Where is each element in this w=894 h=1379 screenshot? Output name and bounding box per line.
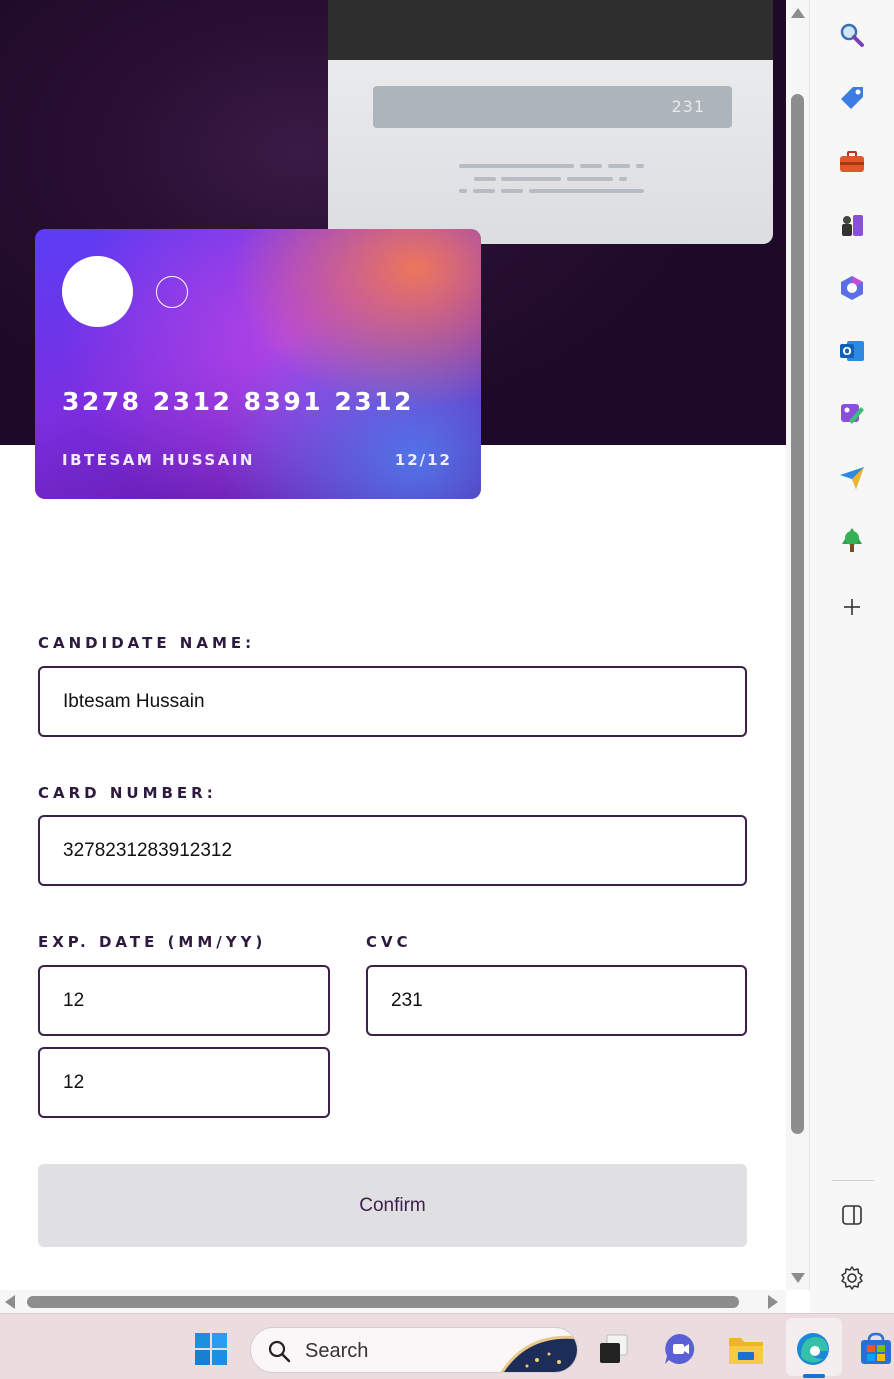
magnetic-stripe: [328, 0, 773, 60]
vertical-scroll-thumb[interactable]: [791, 94, 804, 1134]
card-number-input[interactable]: [38, 815, 747, 886]
exp-year-input[interactable]: [38, 1047, 330, 1118]
split-panel-icon[interactable]: [837, 1200, 867, 1230]
shopping-tag-icon[interactable]: [837, 83, 867, 113]
confirm-button[interactable]: Confirm: [38, 1164, 747, 1247]
card-back-text-line: [501, 177, 561, 181]
scroll-left-arrow-icon[interactable]: [5, 1295, 15, 1309]
taskbar: Search: [0, 1313, 894, 1379]
designer-icon[interactable]: [837, 399, 867, 429]
search-icon[interactable]: [837, 20, 867, 50]
taskbar-search-box[interactable]: Search: [250, 1327, 578, 1373]
card-number-label: CARD NUMBER:: [38, 784, 217, 802]
microsoft-365-icon[interactable]: [837, 273, 867, 303]
card-back: 231: [328, 0, 773, 244]
card-expiry-display: 12/12: [394, 451, 452, 469]
card-logo-ring: [156, 276, 188, 308]
file-explorer-icon[interactable]: [728, 1331, 764, 1367]
card-logo-circle: [62, 256, 133, 327]
card-back-text-line: [608, 164, 630, 168]
outlook-icon[interactable]: O: [837, 336, 867, 366]
active-app-indicator: [803, 1374, 825, 1378]
exp-month-input[interactable]: [38, 965, 330, 1036]
tools-icon[interactable]: [837, 147, 867, 177]
tree-icon[interactable]: [837, 525, 867, 555]
card-back-text-line: [567, 177, 613, 181]
sidebar-divider: [832, 1180, 874, 1181]
exp-date-label: EXP. DATE (MM/YY): [38, 933, 267, 951]
settings-icon[interactable]: [837, 1263, 867, 1293]
card-back-text-line: [501, 189, 523, 193]
card-back-cvc: 231: [373, 86, 732, 128]
card-back-text-line: [459, 164, 574, 168]
card-front: 3278 2312 8391 2312 IBTESAM HUSSAIN 12/1…: [35, 229, 481, 499]
taskbar-search-label: Search: [305, 1340, 369, 1362]
card-holder-display: IBTESAM HUSSAIN: [62, 451, 255, 469]
card-back-text-line: [619, 177, 627, 181]
card-back-text-line: [636, 164, 644, 168]
card-back-text-line: [473, 189, 495, 193]
card-number-display: 3278 2312 8391 2312: [62, 387, 414, 416]
page-viewport: 231 3278 2312 8391 2312 IBTESAM HUSSAIN …: [0, 0, 786, 1290]
send-icon[interactable]: [837, 462, 867, 492]
name-label: CANDIDATE NAME:: [38, 634, 256, 652]
card-back-text-line: [474, 177, 496, 181]
cvc-input[interactable]: [366, 965, 747, 1036]
windows-start-icon[interactable]: [193, 1331, 229, 1367]
horizontal-scrollbar[interactable]: [0, 1290, 786, 1313]
name-input[interactable]: [38, 666, 747, 737]
scroll-right-arrow-icon[interactable]: [768, 1295, 778, 1309]
scroll-down-arrow-icon[interactable]: [791, 1273, 805, 1283]
card-back-text-line: [459, 189, 467, 193]
card-back-text-line: [529, 189, 644, 193]
meet-icon[interactable]: [662, 1331, 698, 1367]
scroll-up-arrow-icon[interactable]: [791, 8, 805, 18]
vertical-scrollbar[interactable]: [786, 0, 810, 1290]
search-highlight-image-icon: [497, 1328, 577, 1372]
store-icon[interactable]: [858, 1331, 894, 1367]
edge-sidebar: O: [810, 0, 894, 1313]
edge-icon[interactable]: [795, 1331, 831, 1367]
add-icon[interactable]: [837, 592, 867, 622]
search-icon: [267, 1339, 291, 1368]
horizontal-scroll-thumb[interactable]: [27, 1296, 739, 1308]
cvc-label: CVC: [366, 933, 412, 951]
browser-window: 231 3278 2312 8391 2312 IBTESAM HUSSAIN …: [0, 0, 894, 1379]
svg-text:O: O: [842, 345, 851, 358]
games-icon[interactable]: [837, 210, 867, 240]
task-view-icon[interactable]: [596, 1331, 632, 1367]
card-back-text-line: [580, 164, 602, 168]
